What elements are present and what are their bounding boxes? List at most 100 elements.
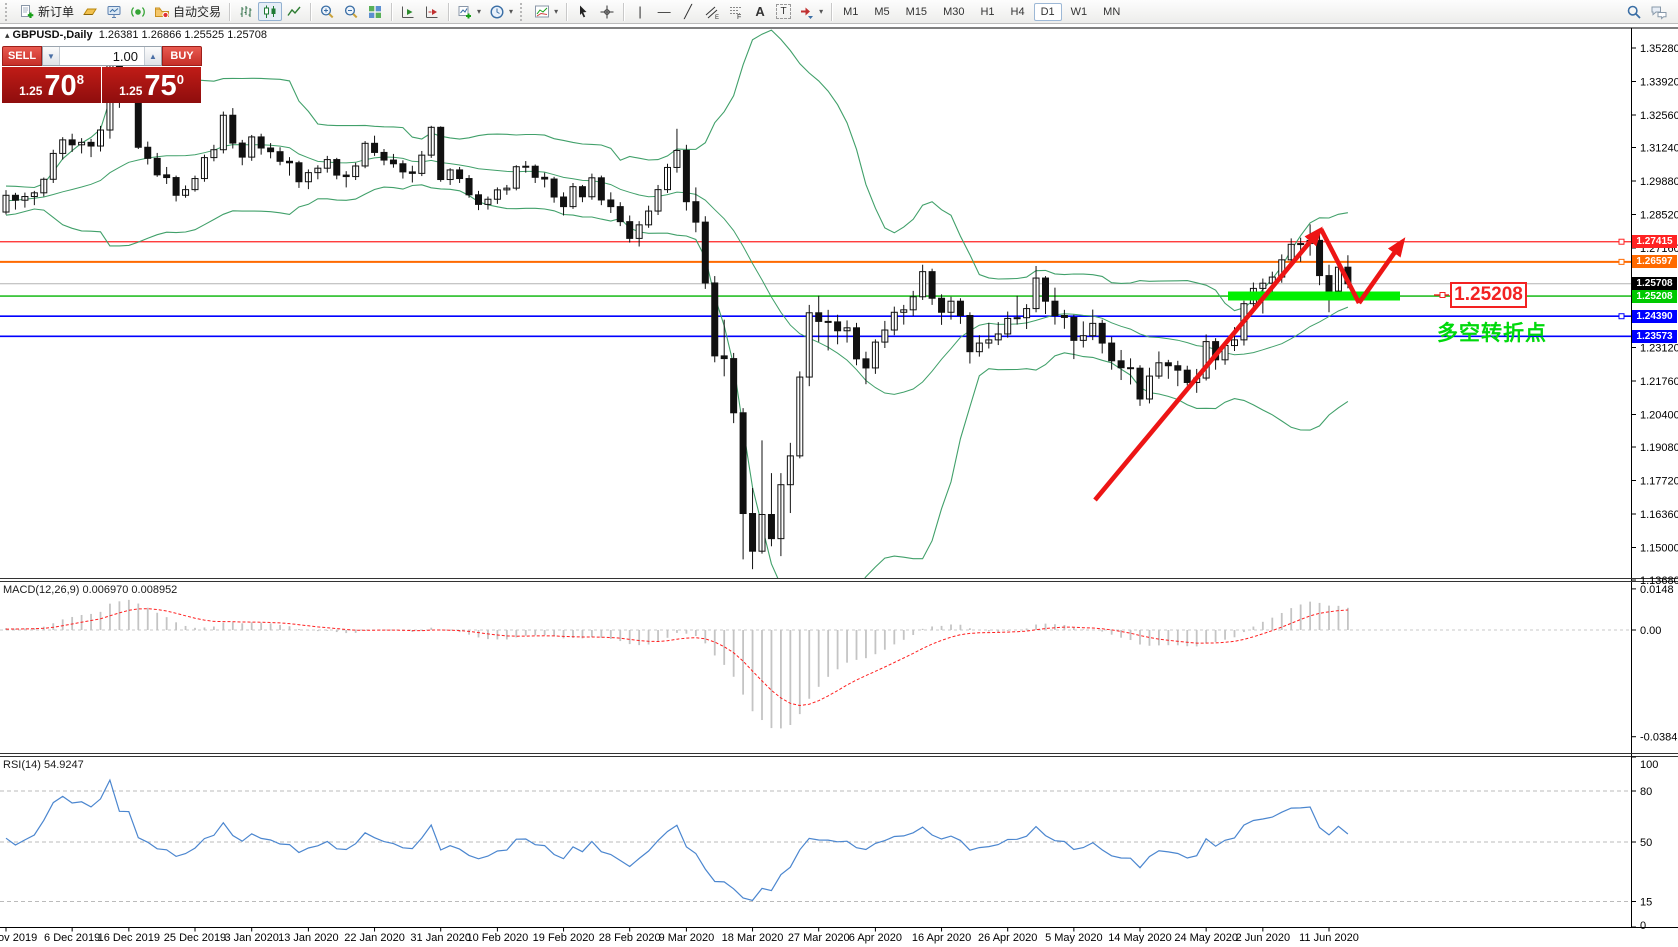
mt4-window: 1.352801.339201.325601.312401.298801.285… bbox=[0, 0, 1678, 947]
timeframe-mn[interactable]: MN bbox=[1096, 3, 1127, 21]
terminal-button[interactable] bbox=[102, 2, 126, 21]
terminal-icon bbox=[106, 4, 122, 20]
svg-text:28 Feb 2020: 28 Feb 2020 bbox=[599, 932, 661, 944]
svg-text:1.16360: 1.16360 bbox=[1640, 509, 1678, 521]
svg-text:1.20400: 1.20400 bbox=[1640, 410, 1678, 422]
separator bbox=[623, 3, 624, 21]
svg-text:18 Mar 2020: 18 Mar 2020 bbox=[722, 932, 784, 944]
svg-text:-0.038415: -0.038415 bbox=[1640, 732, 1678, 744]
svg-text:25 Dec 2019: 25 Dec 2019 bbox=[164, 932, 226, 944]
buy-price-button[interactable]: 1.25 75 0 bbox=[102, 67, 201, 103]
timeframe-bar: M1M5M15M30H1H4D1W1MN bbox=[836, 3, 1127, 21]
new-chart-icon bbox=[457, 4, 473, 20]
tile-windows-button[interactable] bbox=[363, 2, 387, 21]
label-icon: T bbox=[776, 4, 791, 19]
timeframe-h1[interactable]: H1 bbox=[973, 3, 1001, 21]
horizontal-line-tool[interactable]: — bbox=[652, 2, 676, 21]
vline-icon: | bbox=[632, 4, 648, 19]
svg-text:1.23120: 1.23120 bbox=[1640, 343, 1678, 355]
separator bbox=[310, 3, 311, 21]
sell-price-button[interactable]: 1.25 70 8 bbox=[2, 67, 101, 103]
chart-canvas[interactable]: 1.352801.339201.325601.312401.298801.285… bbox=[0, 0, 1678, 947]
channel-tool[interactable]: E bbox=[700, 2, 724, 21]
chat-icon[interactable] bbox=[1650, 4, 1668, 20]
timeframe-m1[interactable]: M1 bbox=[836, 3, 865, 21]
svg-text:13 Jan 2020: 13 Jan 2020 bbox=[278, 932, 339, 944]
turning-point-annotation: 多空转折点 bbox=[1437, 317, 1547, 347]
volume-input[interactable]: 1.00 bbox=[60, 47, 144, 65]
svg-text:1.17720: 1.17720 bbox=[1640, 476, 1678, 488]
search-icon[interactable] bbox=[1626, 4, 1642, 20]
svg-text:E: E bbox=[715, 15, 719, 20]
shapes-tool[interactable]: ▾ bbox=[795, 2, 827, 21]
text-tool[interactable]: A bbox=[748, 2, 772, 21]
chart-window-icon: ▴ bbox=[5, 30, 10, 40]
svg-text:15: 15 bbox=[1640, 897, 1652, 909]
timeframe-h4[interactable]: H4 bbox=[1004, 3, 1032, 21]
clock-icon bbox=[489, 4, 505, 20]
bar-chart-icon bbox=[238, 4, 254, 20]
sell-price-base: 1.25 bbox=[19, 84, 42, 98]
zoom-out-button[interactable] bbox=[339, 2, 363, 21]
trendline-tool[interactable]: ╱ bbox=[676, 2, 700, 21]
svg-text:9 Mar 2020: 9 Mar 2020 bbox=[659, 932, 715, 944]
timeframe-m5[interactable]: M5 bbox=[867, 3, 896, 21]
price-chart[interactable]: 1.352801.339201.325601.312401.298801.285… bbox=[0, 0, 1678, 947]
ohlc-readout: 1.26381 1.26866 1.25525 1.25708 bbox=[99, 29, 267, 41]
svg-text:1.29880: 1.29880 bbox=[1640, 176, 1678, 188]
one-click-trading-panel: SELL ▼ 1.00 ▲ BUY 1.25 70 8 1.25 75 0 bbox=[2, 46, 202, 103]
svg-text:22 Jan 2020: 22 Jan 2020 bbox=[344, 932, 405, 944]
fibonacci-icon: F bbox=[728, 4, 744, 20]
svg-text:11 Jun 2020: 11 Jun 2020 bbox=[1299, 932, 1359, 944]
support-level-callout[interactable]: 1.25208 bbox=[1450, 282, 1527, 308]
auto-scroll-button[interactable] bbox=[396, 2, 420, 21]
timeframe-m30[interactable]: M30 bbox=[936, 3, 971, 21]
autotrading-button[interactable]: 自动交易 bbox=[150, 2, 225, 21]
svg-text:3 Jan 2020: 3 Jan 2020 bbox=[224, 932, 278, 944]
svg-text:F: F bbox=[737, 14, 741, 20]
line-chart-button[interactable] bbox=[282, 2, 306, 21]
indicators-button[interactable]: ▾ bbox=[530, 2, 562, 21]
sell-button[interactable]: SELL bbox=[2, 46, 42, 66]
gold-box-icon bbox=[82, 4, 98, 20]
auto-scroll-icon bbox=[400, 4, 416, 20]
svg-text:1.28520: 1.28520 bbox=[1640, 210, 1678, 222]
buy-price-big: 75 bbox=[144, 72, 176, 101]
macd-histogram bbox=[6, 600, 1348, 729]
timeframe-d1[interactable]: D1 bbox=[1034, 3, 1062, 21]
zoom-in-button[interactable] bbox=[315, 2, 339, 21]
svg-text:5 May 2020: 5 May 2020 bbox=[1045, 932, 1102, 944]
shapes-arrows-icon bbox=[799, 4, 815, 20]
broadcast-button[interactable] bbox=[126, 2, 150, 21]
crosshair-button[interactable] bbox=[595, 2, 619, 21]
volume-decrease-button[interactable]: ▼ bbox=[43, 47, 60, 65]
macd-label: MACD(12,26,9) 0.006970 0.008952 bbox=[3, 584, 177, 596]
vertical-line-tool[interactable]: | bbox=[628, 2, 652, 21]
new-order-button[interactable]: 新订单 bbox=[15, 2, 78, 21]
cursor-button[interactable] bbox=[571, 2, 595, 21]
label-tool[interactable]: T bbox=[772, 2, 795, 21]
chart-shift-button[interactable] bbox=[420, 2, 444, 21]
candlestick-chart-button[interactable] bbox=[258, 2, 282, 21]
zoom-out-icon bbox=[343, 4, 359, 20]
svg-text:6 Apr 2020: 6 Apr 2020 bbox=[849, 932, 902, 944]
autotrading-icon bbox=[154, 4, 170, 20]
svg-text:1.21760: 1.21760 bbox=[1640, 376, 1678, 388]
volume-increase-button[interactable]: ▲ bbox=[144, 47, 161, 65]
toolbar-grip[interactable] bbox=[5, 3, 12, 21]
gold-box-button[interactable] bbox=[78, 2, 102, 21]
timeframe-w1[interactable]: W1 bbox=[1064, 3, 1095, 21]
sell-price-big: 70 bbox=[44, 72, 76, 101]
zoom-in-icon bbox=[319, 4, 335, 20]
svg-text:1.35280: 1.35280 bbox=[1640, 43, 1678, 55]
bar-chart-button[interactable] bbox=[234, 2, 258, 21]
buy-button[interactable]: BUY bbox=[162, 46, 202, 66]
new-order-icon bbox=[19, 4, 35, 20]
periods-button[interactable]: ▾ bbox=[485, 2, 517, 21]
toolbar-grip[interactable] bbox=[520, 3, 527, 21]
timeframe-m15[interactable]: M15 bbox=[899, 3, 934, 21]
new-chart-button[interactable]: ▾ bbox=[453, 2, 485, 21]
fibonacci-tool[interactable]: F bbox=[724, 2, 748, 21]
line-chart-icon bbox=[286, 4, 302, 20]
chevron-down-icon: ▾ bbox=[477, 7, 481, 16]
